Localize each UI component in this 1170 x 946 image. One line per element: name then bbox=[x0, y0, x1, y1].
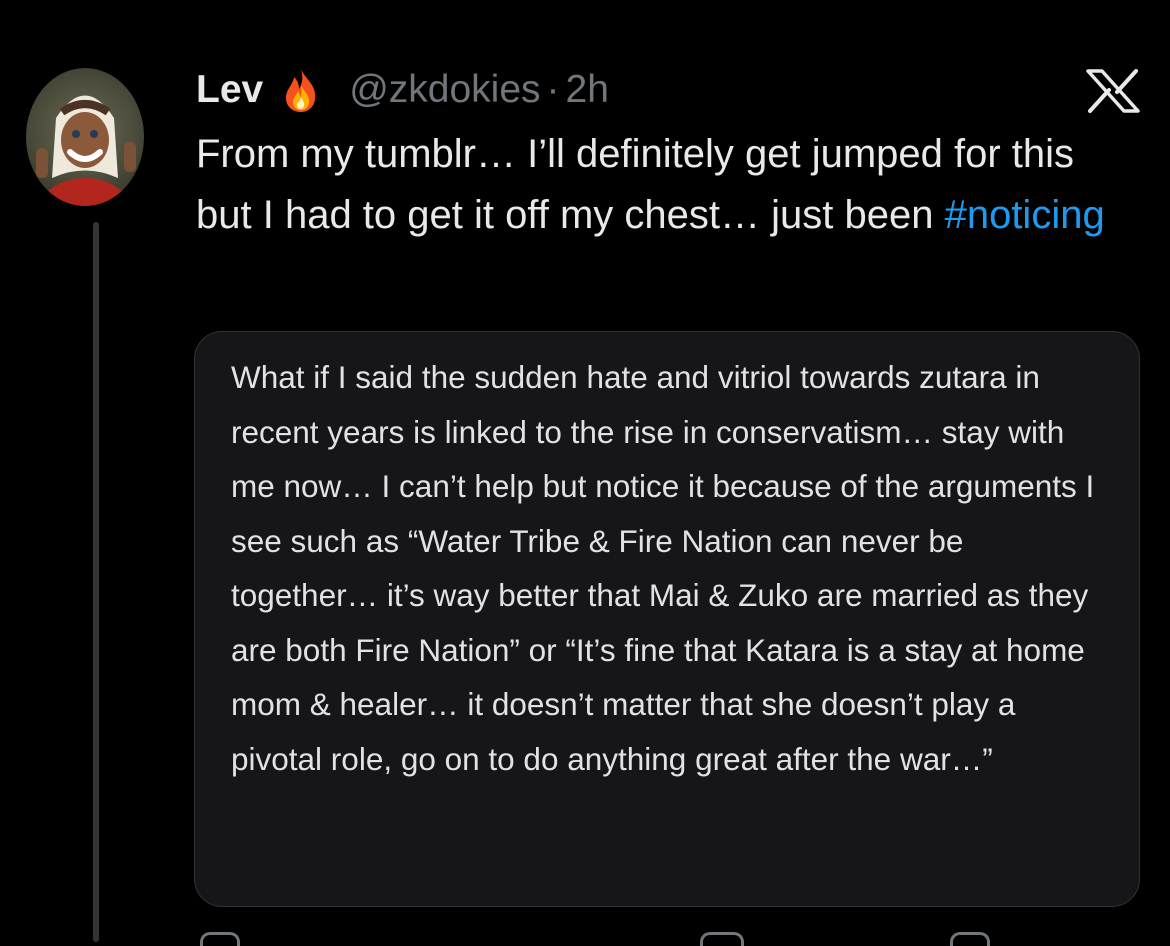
attached-image-card[interactable]: What if I said the sudden hate and vitri… bbox=[194, 331, 1140, 907]
avatar[interactable] bbox=[26, 68, 144, 206]
reply-icon[interactable] bbox=[200, 932, 240, 946]
attached-image-text: What if I said the sudden hate and vitri… bbox=[231, 359, 1095, 777]
share-icon[interactable] bbox=[950, 932, 990, 946]
author-handle[interactable]: @zkdokies bbox=[349, 68, 540, 112]
hashtag-link[interactable]: #noticing bbox=[945, 193, 1105, 237]
author-name[interactable]: Lev bbox=[196, 68, 263, 112]
tweet-text: From my tumblr… I’ll definitely get jump… bbox=[196, 124, 1136, 246]
x-logo-icon[interactable] bbox=[1084, 68, 1142, 114]
thread-connector-line bbox=[93, 222, 99, 942]
avatar-illustration bbox=[36, 95, 136, 206]
like-icon[interactable] bbox=[700, 932, 744, 946]
tweet-text-body: From my tumblr… I’ll definitely get jump… bbox=[196, 132, 1075, 237]
separator-dot: · bbox=[546, 68, 560, 111]
tweet-timestamp[interactable]: 2h bbox=[566, 68, 609, 112]
tweet-header: Lev @zkdokies · 2h bbox=[196, 64, 609, 116]
fire-icon bbox=[281, 67, 321, 113]
